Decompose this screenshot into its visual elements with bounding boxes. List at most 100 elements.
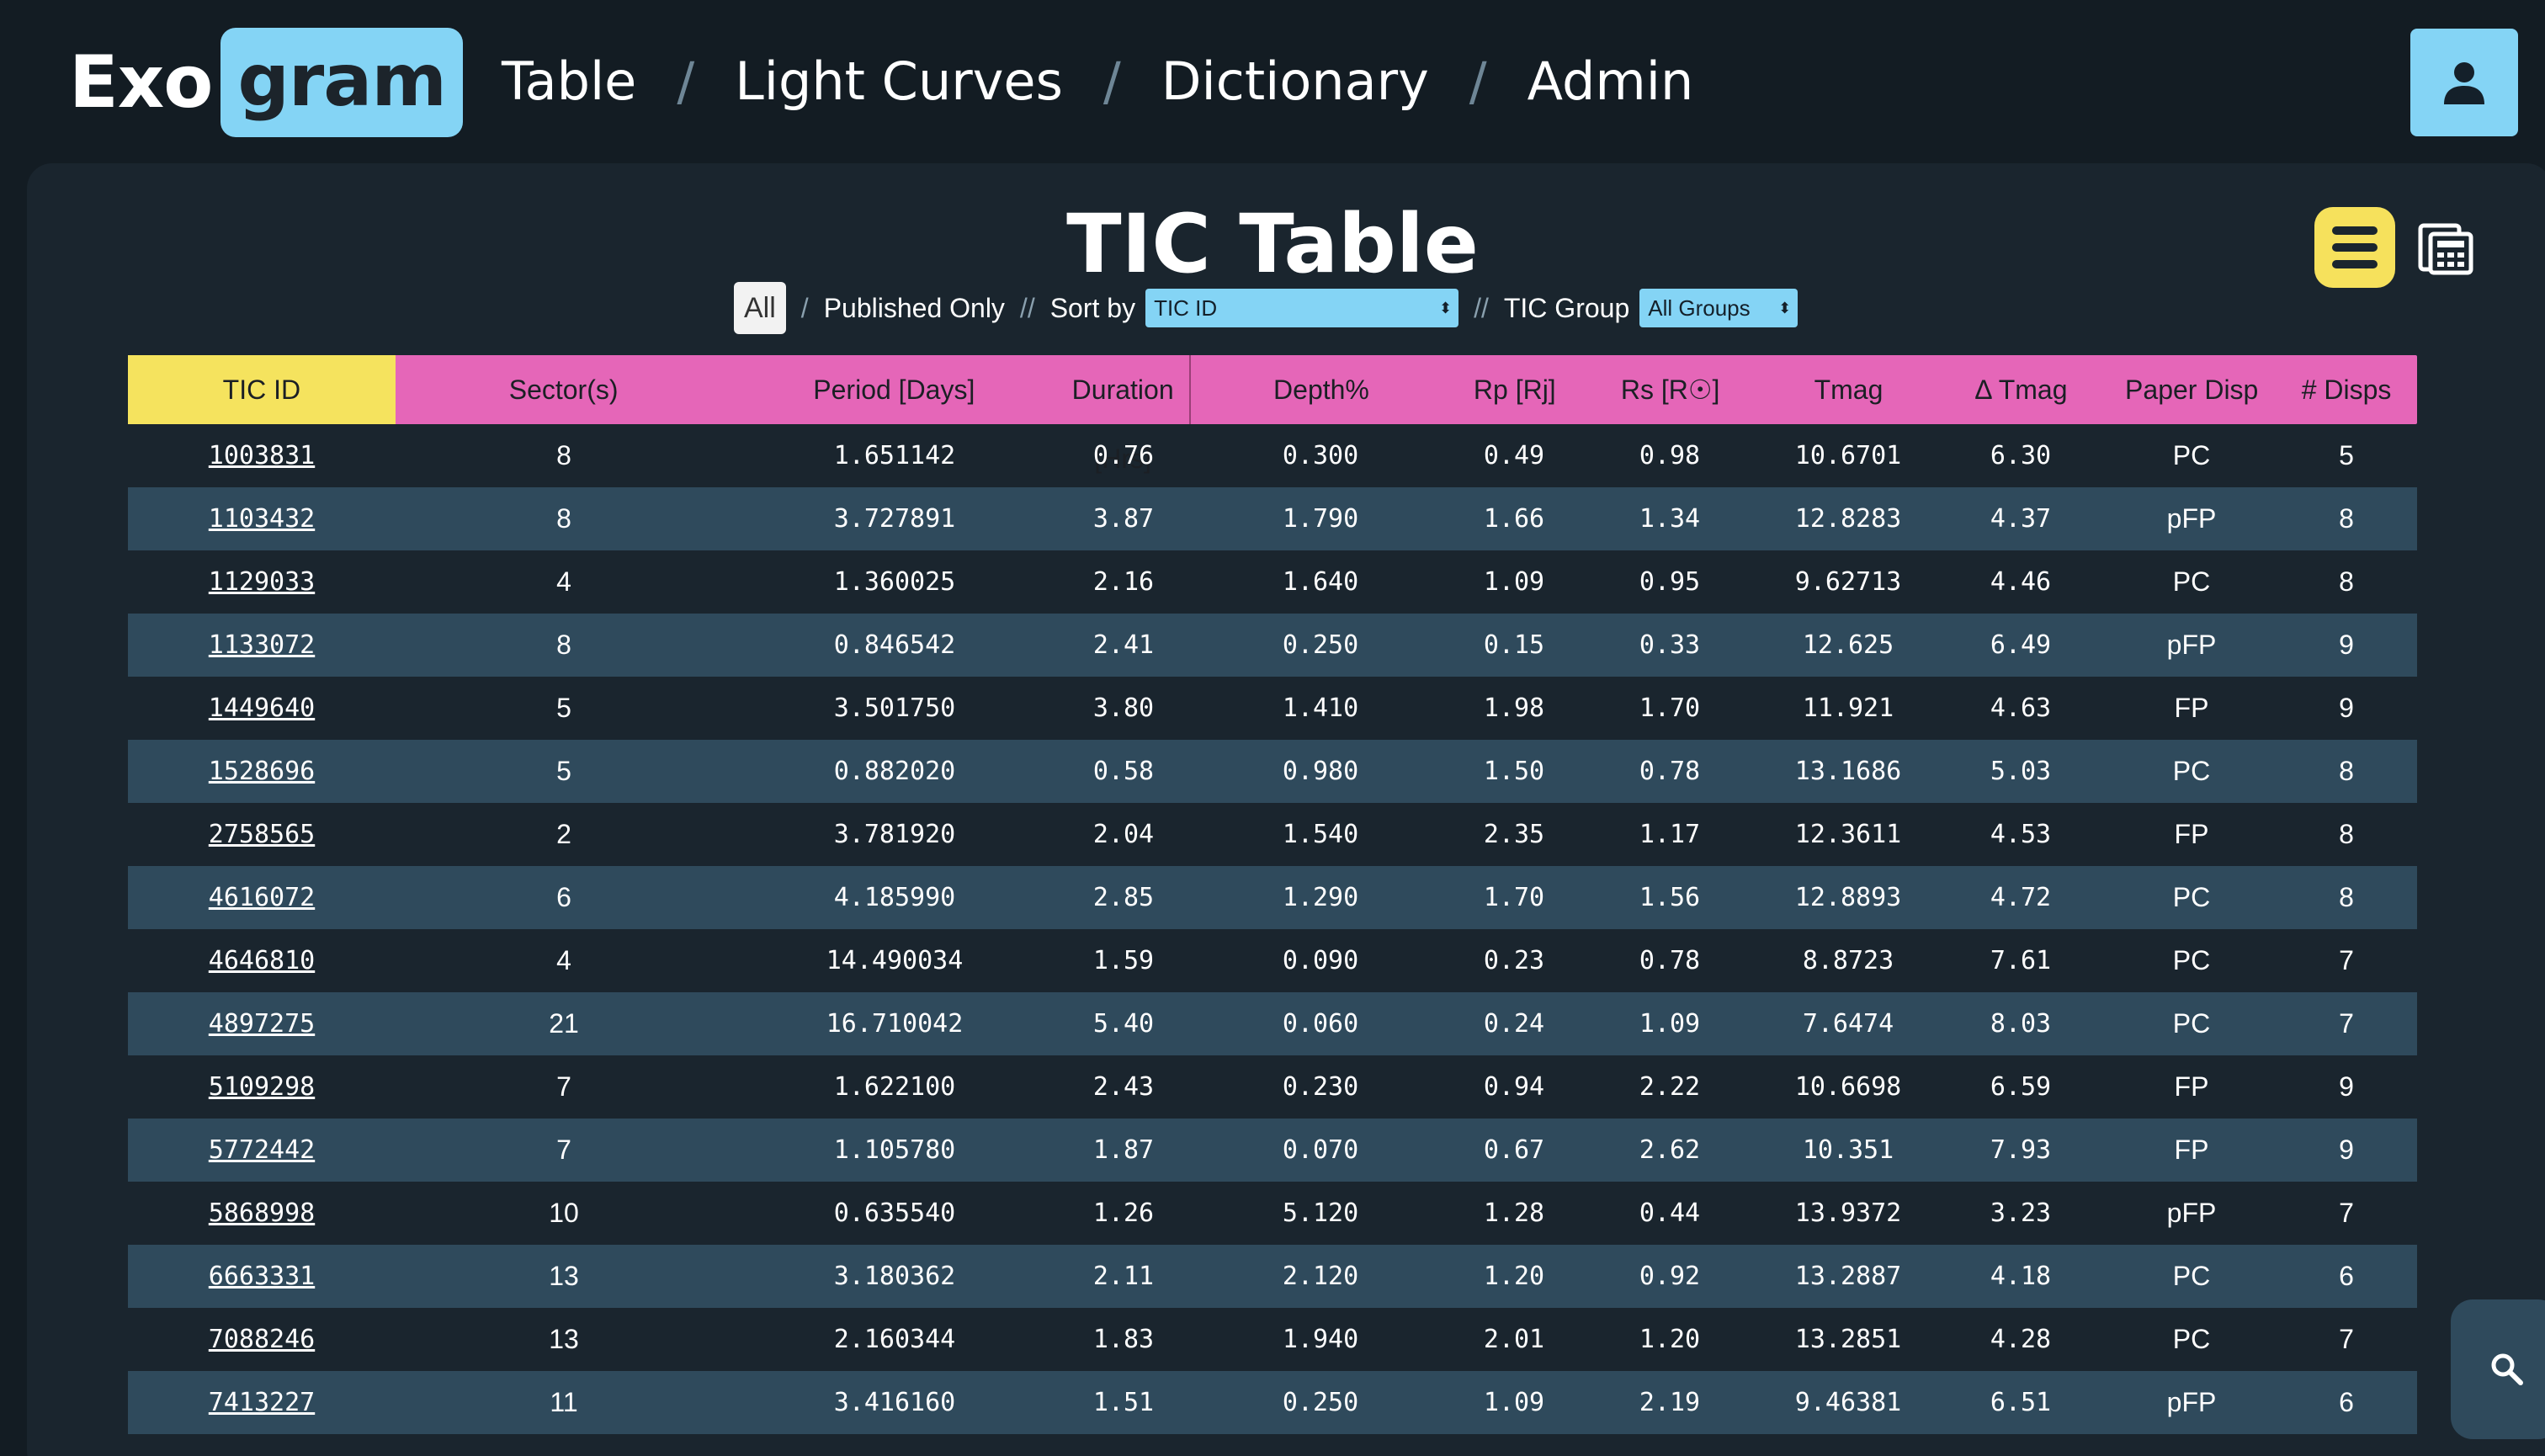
search-toggle-button[interactable] [2451, 1299, 2545, 1439]
tic-id-link[interactable]: 6663331 [128, 1262, 396, 1291]
cell-paper-disp: PC [2172, 1008, 2211, 1039]
tic-id-link[interactable]: 1129033 [128, 567, 396, 597]
cell-tmag: 8.8723 [1802, 946, 1894, 975]
column-header-delta-tmag[interactable]: Δ Tmag [1934, 355, 2107, 424]
cell-rs: 1.56 [1639, 883, 1701, 912]
cell-num-disps: 7 [2339, 945, 2354, 975]
cell-sectors: 13 [549, 1261, 579, 1291]
cell-paper-disp: PC [2172, 882, 2211, 912]
tic-id-link[interactable]: 7088246 [128, 1325, 396, 1354]
nav-link-light-curves[interactable]: Light Curves [735, 50, 1063, 112]
sort-by-label: Sort by [1049, 292, 1136, 323]
tic-id-link[interactable]: 7413227 [128, 1388, 396, 1417]
column-header-duration[interactable]: Duration [Hrs] [1056, 355, 1189, 474]
search-icon [2491, 1353, 2523, 1385]
cell-delta-tmag: 7.93 [1990, 1135, 2052, 1165]
cell-tmag: 9.46381 [1794, 1388, 1902, 1417]
cell-num-disps: 9 [2339, 1071, 2354, 1102]
cell-paper-disp: PC [2172, 945, 2211, 975]
cell-sectors: 5 [556, 756, 571, 786]
cell-duration: 2.11 [1092, 1262, 1155, 1291]
tic-id-link[interactable]: 5868998 [128, 1198, 396, 1228]
cell-duration: 1.51 [1092, 1388, 1155, 1417]
tic-id-link[interactable]: 5109298 [128, 1072, 396, 1102]
cell-sectors: 10 [549, 1198, 579, 1228]
user-account-button[interactable] [2410, 29, 2518, 136]
cell-num-disps: 9 [2339, 1135, 2354, 1165]
column-header-tmag[interactable]: Tmag [1763, 355, 1935, 424]
cell-rp: 0.49 [1483, 441, 1545, 470]
tic-id-link[interactable]: 5772442 [128, 1135, 396, 1165]
column-header-depth[interactable]: Depth% [1189, 355, 1452, 424]
tic-id-link[interactable]: 4897275 [128, 1009, 396, 1039]
tic-id-link[interactable]: 1449640 [128, 693, 396, 723]
filter-published-only[interactable]: Published Only [824, 293, 1005, 324]
cell-paper-disp: FP [2174, 1135, 2209, 1165]
cell-duration: 2.85 [1092, 883, 1155, 912]
table-row: 6663331 13 3.180362 2.11 2.120 1.20 0.92 13.288… [128, 1245, 2417, 1308]
cell-num-disps: 7 [2339, 1198, 2354, 1228]
cell-rs: 1.70 [1639, 693, 1701, 723]
column-header-paper-disp[interactable]: Paper Disp [2107, 355, 2276, 424]
column-header-sectors[interactable]: Sector(s) [396, 355, 732, 424]
cell-delta-tmag: 4.72 [1990, 883, 2052, 912]
tic-id-link[interactable]: 2758565 [128, 820, 396, 849]
column-header-period[interactable]: Period [Days] [731, 355, 1056, 424]
cell-tmag: 12.3611 [1794, 820, 1902, 849]
tic-id-link[interactable]: 4646810 [128, 946, 396, 975]
cell-paper-disp: PC [2172, 1261, 2211, 1291]
cell-period: 14.490034 [826, 946, 964, 975]
cell-delta-tmag: 3.23 [1990, 1198, 2052, 1228]
cell-rp: 0.15 [1483, 630, 1545, 660]
tic-group-select[interactable]: All Groups ⬍ [1639, 289, 1799, 327]
tic-id-link[interactable]: 1133072 [128, 630, 396, 660]
column-menu-button[interactable] [2314, 207, 2395, 288]
cell-rs: 0.78 [1639, 757, 1701, 786]
cell-sectors: 7 [556, 1071, 571, 1102]
cell-delta-tmag: 8.03 [1990, 1009, 2052, 1039]
cell-duration: 2.16 [1092, 567, 1155, 597]
column-header-num-disps[interactable]: # Disps [2276, 355, 2417, 424]
cell-sectors: 8 [556, 630, 571, 660]
cell-rp: 1.09 [1483, 1388, 1545, 1417]
nav-separator: / [1102, 50, 1121, 112]
filter-separator: // [1019, 292, 1035, 323]
cell-num-disps: 8 [2339, 819, 2354, 849]
sort-by-select[interactable]: TIC ID ⬍ [1145, 289, 1459, 327]
calculator-button[interactable] [2417, 217, 2476, 276]
column-header-rs[interactable]: Rs [R☉] [1578, 355, 1763, 424]
cell-duration: 3.80 [1092, 693, 1155, 723]
exogram-logo[interactable]: Exo gram [69, 27, 463, 138]
cell-rs: 1.09 [1639, 1009, 1701, 1039]
table-row: 4897275 21 16.710042 5.40 0.060 0.24 1.09 7.647… [128, 992, 2417, 1055]
cell-depth: 1.940 [1282, 1325, 1359, 1354]
column-header-tic-id[interactable]: TIC ID [128, 355, 396, 424]
cell-rs: 0.78 [1639, 946, 1701, 975]
cell-duration: 2.41 [1092, 630, 1155, 660]
cell-paper-disp: FP [2174, 819, 2209, 849]
tic-id-link[interactable]: 1103432 [128, 504, 396, 534]
cell-delta-tmag: 4.37 [1990, 504, 2052, 534]
column-header-rp[interactable]: Rp [Rj] [1452, 355, 1578, 424]
cell-tmag: 13.9372 [1794, 1198, 1902, 1228]
cell-rp: 1.28 [1483, 1198, 1545, 1228]
tic-id-link[interactable]: 1003831 [128, 441, 396, 470]
cell-delta-tmag: 6.49 [1990, 630, 2052, 660]
cell-duration: 0.58 [1092, 757, 1155, 786]
cell-depth: 0.070 [1282, 1135, 1359, 1165]
nav-link-admin[interactable]: Admin [1528, 50, 1694, 112]
cell-rp: 1.70 [1483, 883, 1545, 912]
cell-rs: 0.95 [1639, 567, 1701, 597]
tic-id-link[interactable]: 1528696 [128, 757, 396, 786]
cell-depth: 0.980 [1282, 757, 1359, 786]
tic-id-link[interactable]: 4616072 [128, 883, 396, 912]
table-row: 5109298 7 1.622100 2.43 0.230 0.94 2.22 10.6698… [128, 1055, 2417, 1119]
cell-paper-disp: pFP [2166, 503, 2217, 534]
cell-depth: 0.230 [1282, 1072, 1359, 1102]
nav-link-dictionary[interactable]: Dictionary [1161, 50, 1429, 112]
sort-by-value: TIC ID [1154, 295, 1218, 321]
filter-all-button[interactable]: All [734, 282, 786, 334]
table-row: 1003831 8 1.651142 0.76 0.300 0.49 0.98 10.6701… [128, 424, 2417, 487]
table-row: 7088246 13 2.160344 1.83 1.940 2.01 1.20 13.285… [128, 1308, 2417, 1371]
nav-link-table[interactable]: Table [502, 50, 636, 112]
